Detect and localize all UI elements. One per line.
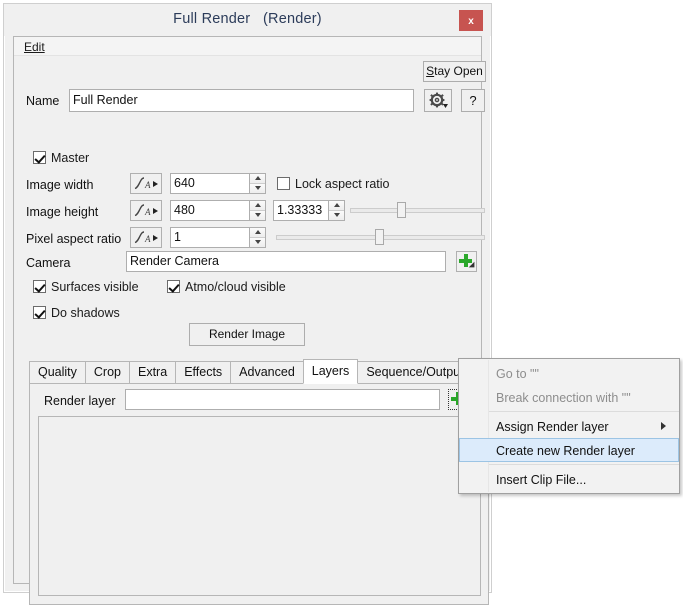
- tab-sequence-output[interactable]: Sequence/Output: [357, 361, 473, 384]
- pixel-aspect-label: Pixel aspect ratio: [26, 232, 122, 246]
- help-button[interactable]: ?: [461, 89, 485, 112]
- image-width-input[interactable]: 640: [170, 173, 250, 194]
- svg-text:A: A: [144, 207, 151, 217]
- lock-aspect-checkbox[interactable]: Lock aspect ratio: [277, 177, 390, 191]
- master-checkbox-box: [33, 151, 46, 164]
- menu-item-assign-render-layer-label: Assign Render layer: [496, 420, 609, 434]
- surfaces-visible-label: Surfaces visible: [51, 280, 139, 294]
- tab-extra[interactable]: Extra: [129, 361, 177, 384]
- aspect-ratio-stepper-down[interactable]: [329, 210, 344, 220]
- aspect-ratio-slider[interactable]: [350, 200, 485, 220]
- image-height-stepper-down[interactable]: [250, 210, 265, 220]
- pixel-aspect-stepper[interactable]: [250, 227, 266, 248]
- menu-separator-2: [489, 464, 679, 465]
- do-shadows-checkbox-box: [33, 306, 46, 319]
- pixel-aspect-function-icon[interactable]: A: [130, 227, 162, 248]
- name-label: Name: [26, 94, 60, 108]
- image-width-function-icon[interactable]: A: [130, 173, 162, 194]
- menu-item-insert-clip-file[interactable]: Insert Clip File...: [459, 467, 679, 491]
- camera-input[interactable]: Render Camera: [126, 251, 446, 272]
- pixel-aspect-stepper-up[interactable]: [250, 228, 265, 238]
- do-shadows-checkbox[interactable]: Do shadows: [33, 306, 120, 320]
- image-height-stepper-up[interactable]: [250, 201, 265, 211]
- image-width-stepper-down[interactable]: [250, 183, 265, 193]
- aspect-ratio-stepper-up[interactable]: [329, 201, 344, 211]
- tab-layers[interactable]: Layers: [302, 359, 359, 384]
- dialog-client-area: Edit Stay Open Name Full Render ? Master…: [13, 36, 489, 605]
- add-camera-button[interactable]: [456, 251, 478, 272]
- pixel-aspect-slider[interactable]: [276, 227, 485, 247]
- window-title: Full Render (Render): [173, 11, 322, 27]
- menu-bar: Edit: [14, 37, 481, 56]
- menu-item-assign-render-layer[interactable]: Assign Render layer: [459, 414, 679, 438]
- tab-crop[interactable]: Crop: [84, 361, 130, 384]
- image-height-function-icon[interactable]: A: [130, 200, 162, 221]
- image-width-label: Image width: [26, 178, 94, 192]
- atmo-visible-checkbox[interactable]: Atmo/cloud visible: [167, 280, 286, 294]
- stay-open-mnemonic: S: [426, 64, 435, 78]
- render-layer-input[interactable]: [125, 389, 440, 410]
- pixel-aspect-input[interactable]: 1: [170, 227, 250, 248]
- surfaces-visible-checkbox-box: [33, 280, 46, 293]
- menu-edit-label: Edit: [24, 40, 45, 54]
- gear-icon[interactable]: [424, 89, 452, 112]
- submenu-arrow-icon: [661, 422, 666, 430]
- tab-bar: Quality Crop Extra Effects Advanced Laye…: [29, 359, 473, 384]
- svg-text:A: A: [144, 180, 151, 190]
- title-bar: Full Render (Render) x: [4, 4, 491, 36]
- render-image-button[interactable]: Render Image: [189, 323, 305, 346]
- render-layer-list[interactable]: [38, 416, 481, 596]
- image-width-stepper-up[interactable]: [250, 174, 265, 184]
- aspect-ratio-input[interactable]: 1.33333: [273, 200, 329, 221]
- stay-open-button[interactable]: Stay Open: [423, 61, 486, 82]
- menu-item-break-connection[interactable]: Break connection with "": [459, 385, 679, 409]
- name-input[interactable]: Full Render: [69, 89, 414, 112]
- master-checkbox[interactable]: Master: [33, 151, 89, 165]
- aspect-ratio-slider-track: [350, 208, 485, 213]
- do-shadows-label: Do shadows: [51, 306, 120, 320]
- camera-label: Camera: [26, 256, 71, 270]
- tab-advanced[interactable]: Advanced: [230, 361, 304, 384]
- render-layer-label: Render layer: [44, 394, 116, 408]
- svg-text:A: A: [144, 234, 151, 244]
- surfaces-visible-checkbox[interactable]: Surfaces visible: [33, 280, 139, 294]
- aspect-ratio-slider-handle[interactable]: [397, 202, 406, 218]
- image-height-input[interactable]: 480: [170, 200, 250, 221]
- pixel-aspect-stepper-down[interactable]: [250, 237, 265, 247]
- menu-separator-1: [489, 411, 679, 412]
- master-label: Master: [51, 151, 90, 165]
- menu-item-edit[interactable]: Edit: [22, 40, 47, 54]
- image-height-stepper[interactable]: [250, 200, 266, 221]
- render-dialog-window: Full Render (Render) x Edit Stay Open Na…: [3, 3, 492, 605]
- render-layer-context-menu: Go to "" Break connection with "" Assign…: [458, 358, 680, 494]
- pixel-aspect-slider-handle[interactable]: [375, 229, 384, 245]
- layers-tab-panel: Render layer: [29, 383, 489, 605]
- stay-open-label-rest: tay Open: [434, 64, 483, 78]
- menu-item-create-new-render-layer[interactable]: Create new Render layer: [459, 438, 679, 462]
- lock-aspect-checkbox-box: [277, 177, 290, 190]
- atmo-visible-checkbox-box: [167, 280, 180, 293]
- image-width-stepper[interactable]: [250, 173, 266, 194]
- tab-quality[interactable]: Quality: [29, 361, 86, 384]
- menu-item-go-to[interactable]: Go to "": [459, 361, 679, 385]
- atmo-visible-label: Atmo/cloud visible: [185, 280, 286, 294]
- aspect-ratio-stepper[interactable]: [329, 200, 345, 221]
- lock-aspect-label: Lock aspect ratio: [295, 177, 390, 191]
- image-height-label: Image height: [26, 205, 99, 219]
- close-icon[interactable]: x: [459, 10, 483, 31]
- tab-effects[interactable]: Effects: [175, 361, 232, 384]
